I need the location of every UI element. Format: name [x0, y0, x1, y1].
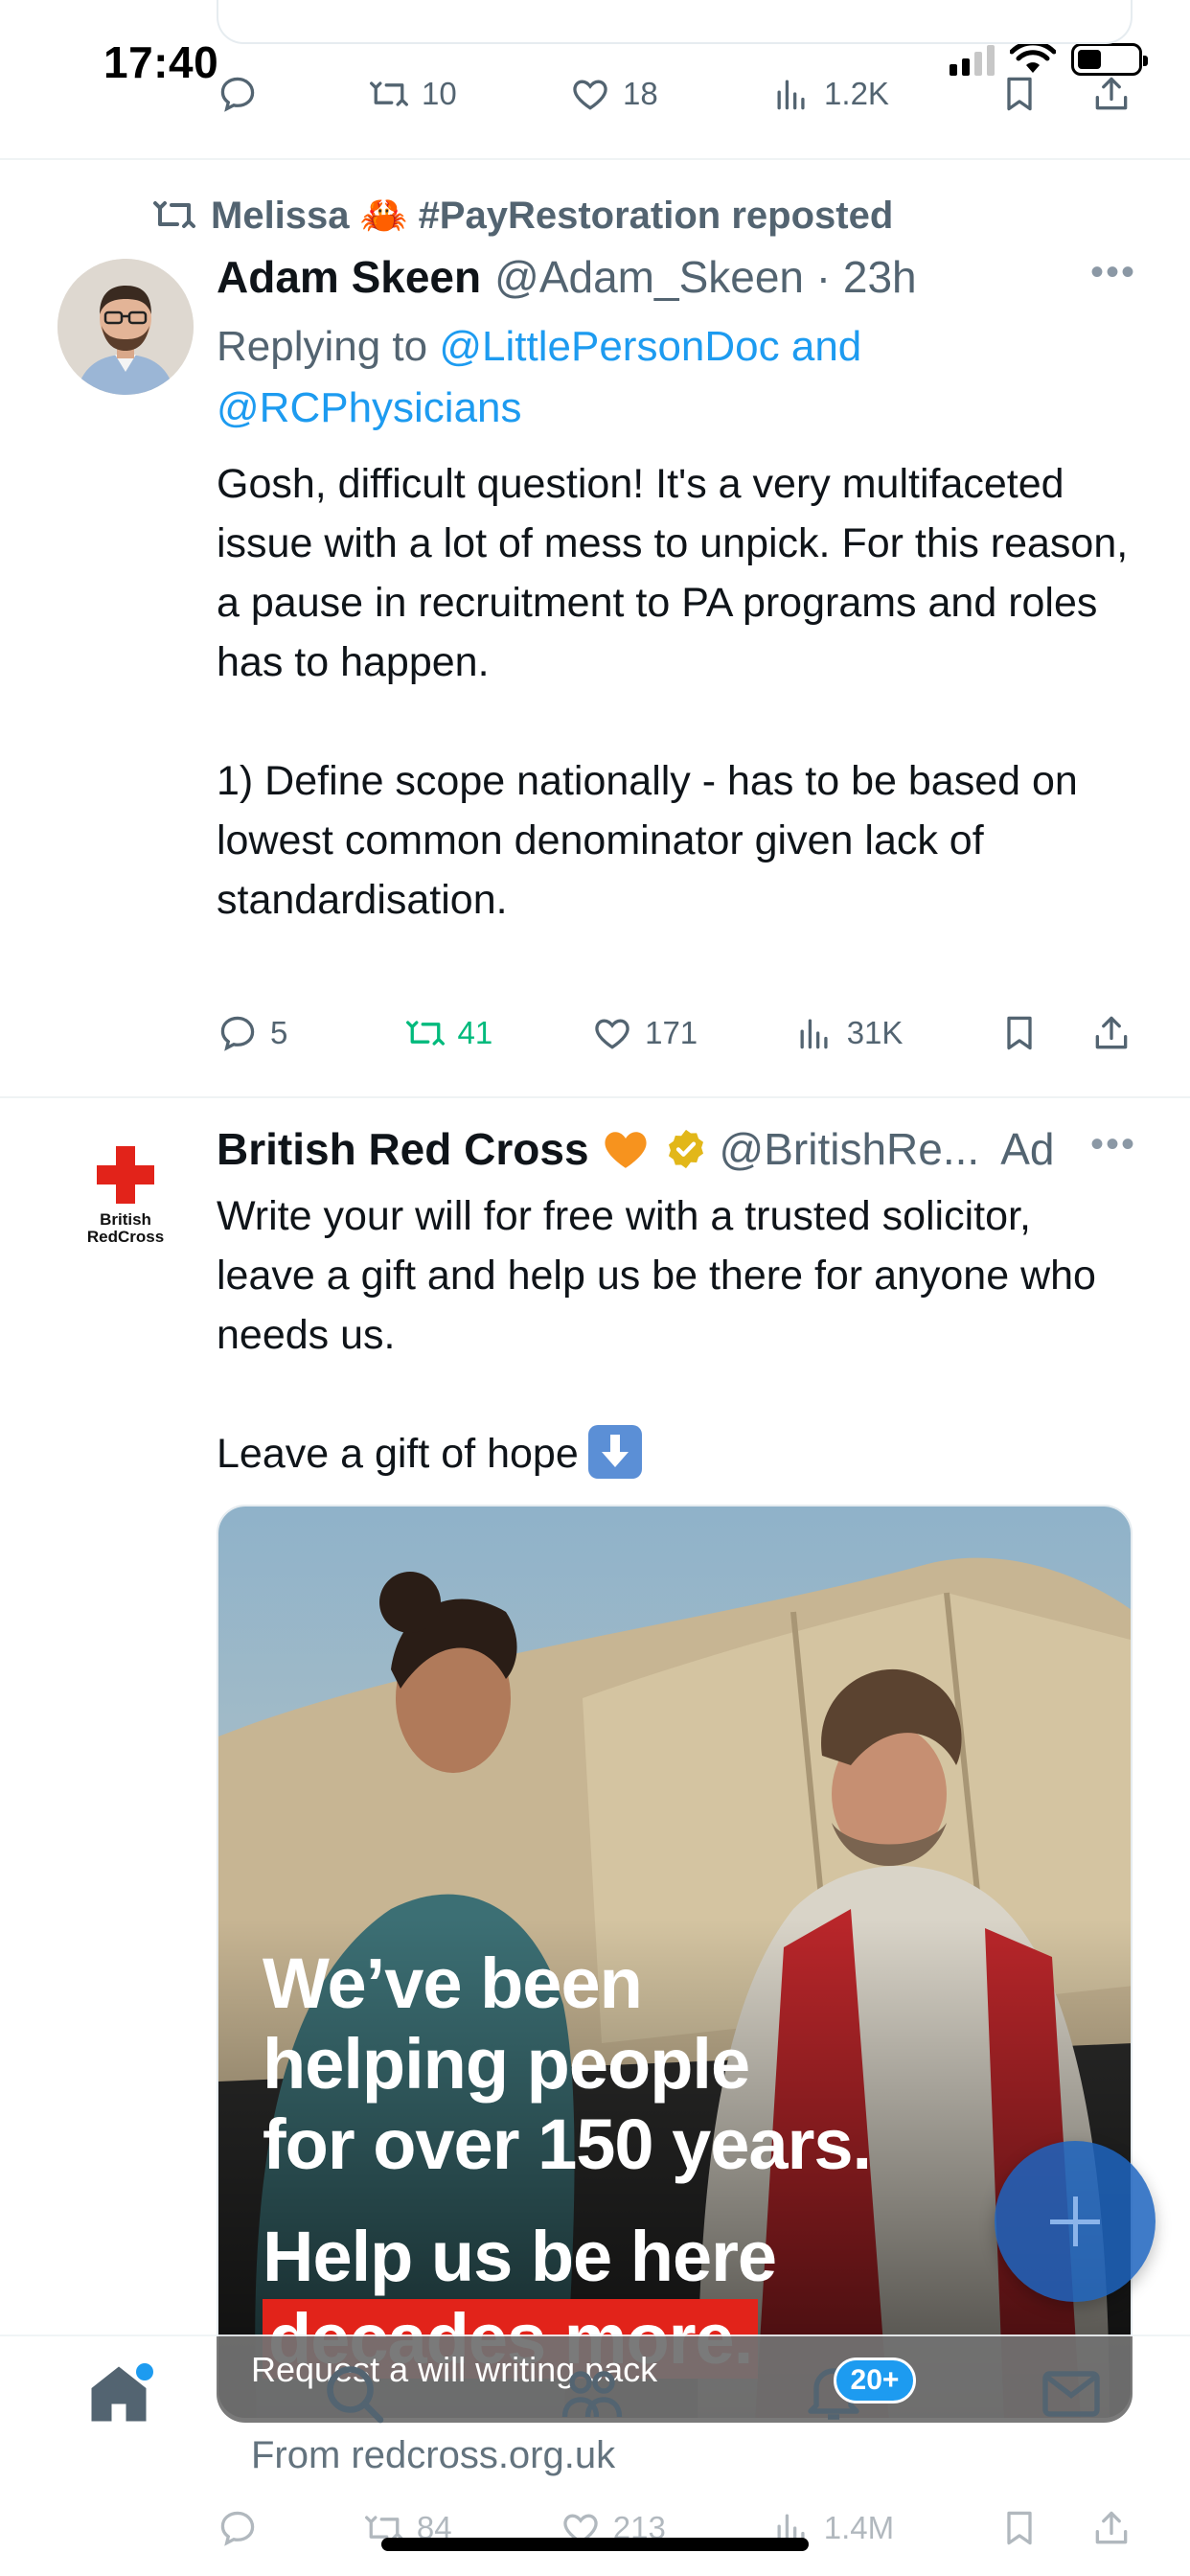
logo-text: British RedCross	[86, 1210, 165, 1246]
share-icon	[1095, 2511, 1128, 2544]
bookmark-button[interactable]	[998, 2507, 1041, 2549]
more-icon[interactable]: •••	[1090, 251, 1136, 294]
views-button[interactable]: 1.2K	[770, 73, 889, 115]
reply-button[interactable]: 5	[217, 1012, 309, 1054]
views-count: 31K	[846, 1015, 904, 1050]
replying-prefix: Replying to	[217, 323, 440, 370]
repost-label: Melissa 🦀 #PayRestoration reposted	[211, 194, 894, 237]
retweet-icon	[405, 1021, 445, 1046]
tweet-divider	[0, 1096, 1190, 1098]
views-icon	[800, 1019, 828, 1049]
status-time: 17:40	[103, 37, 219, 87]
bookmark-button[interactable]	[998, 73, 1041, 115]
previous-quoted-card[interactable]	[217, 0, 1133, 44]
share-icon	[1095, 1016, 1128, 1049]
british-red-cross-logo[interactable]: British RedCross	[69, 1146, 182, 1250]
author-handle[interactable]: @Adam_Skeen · 23h	[494, 251, 917, 303]
reply-icon	[220, 1016, 255, 1051]
messages-icon[interactable]	[1037, 2359, 1106, 2428]
replying-to: Replying to @LittlePersonDoc and @RCPhys…	[217, 316, 1136, 439]
down-arrow-icon	[587, 1425, 642, 1479]
home-indicator[interactable]	[381, 2538, 809, 2551]
communities-icon[interactable]	[558, 2359, 627, 2428]
compose-button[interactable]	[995, 2141, 1156, 2302]
notifications-badge: 20+	[834, 2358, 916, 2404]
like-icon	[573, 80, 607, 110]
home-new-indicator	[136, 2363, 153, 2380]
share-button[interactable]	[1090, 2507, 1133, 2549]
ad-image[interactable]: We’ve been helping people for over 150 y…	[217, 1505, 1133, 2420]
author-name[interactable]: British Red Cross	[217, 1123, 589, 1175]
share-button[interactable]	[1090, 73, 1133, 115]
bookmark-button[interactable]	[998, 1012, 1041, 1054]
bookmark-icon	[1007, 2511, 1032, 2545]
views-icon	[777, 80, 805, 110]
reply-button[interactable]	[217, 73, 259, 115]
like-button[interactable]: 171	[591, 1012, 698, 1054]
retweet-icon	[370, 81, 408, 106]
ad-author-line: British Red Cross @BritishRe... Ad •••	[217, 1123, 1136, 1175]
ad-label: Ad	[1000, 1124, 1055, 1174]
ad-source[interactable]: From redcross.org.uk	[251, 2434, 615, 2477]
tweet-author-line: Adam Skeen @Adam_Skeen · 23h •••	[217, 251, 1136, 303]
red-cross-icon	[97, 1146, 154, 1204]
author-handle[interactable]: @BritishRe...	[720, 1123, 980, 1175]
reply-count: 5	[270, 1015, 288, 1050]
retweet-count: 41	[457, 1015, 493, 1050]
ad-image-headline: We’ve been helping people for over 150 y…	[263, 1944, 872, 2184]
tweet-actions: 5 41 171 31K	[217, 1004, 1133, 1062]
retweet-button[interactable]: 41	[404, 1012, 496, 1054]
ad-text-block: Write your will for free with a trusted …	[217, 1186, 1136, 1484]
like-icon	[595, 1019, 629, 1049]
tweet-divider	[0, 158, 1190, 160]
retweet-count: 10	[422, 76, 457, 111]
reply-button[interactable]	[217, 2507, 259, 2549]
like-count: 18	[623, 76, 658, 111]
views-count: 1.2K	[824, 76, 889, 111]
author-name[interactable]: Adam Skeen	[217, 251, 481, 303]
more-icon[interactable]: •••	[1090, 1123, 1136, 1166]
search-icon[interactable]	[320, 2359, 389, 2428]
ad-text: Write your will for free with a trusted …	[217, 1193, 1096, 1477]
bookmark-icon	[1007, 77, 1032, 111]
like-button[interactable]: 18	[569, 73, 661, 115]
retweet-button[interactable]: 10	[368, 73, 460, 115]
previous-tweet-actions: 10 18 1.2K	[217, 65, 1133, 123]
reply-icon	[220, 2511, 255, 2546]
retweet-icon	[153, 201, 195, 228]
bookmark-icon	[1007, 1016, 1032, 1050]
ad-image-help-line: Help us be here	[263, 2217, 777, 2296]
share-button[interactable]	[1090, 1012, 1133, 1054]
tweet-text: Gosh, difficult question! It's a very mu…	[217, 461, 1129, 923]
reply-icon	[220, 77, 255, 112]
views-button[interactable]: 31K	[793, 1012, 904, 1054]
views-count: 1.4M	[823, 2510, 895, 2545]
share-icon	[1095, 77, 1128, 110]
repost-context[interactable]: Melissa 🦀 #PayRestoration reposted	[151, 192, 893, 238]
orange-heart-icon	[604, 1132, 647, 1168]
verified-icon	[668, 1129, 703, 1169]
avatar[interactable]	[57, 259, 194, 395]
like-count: 171	[645, 1015, 698, 1050]
